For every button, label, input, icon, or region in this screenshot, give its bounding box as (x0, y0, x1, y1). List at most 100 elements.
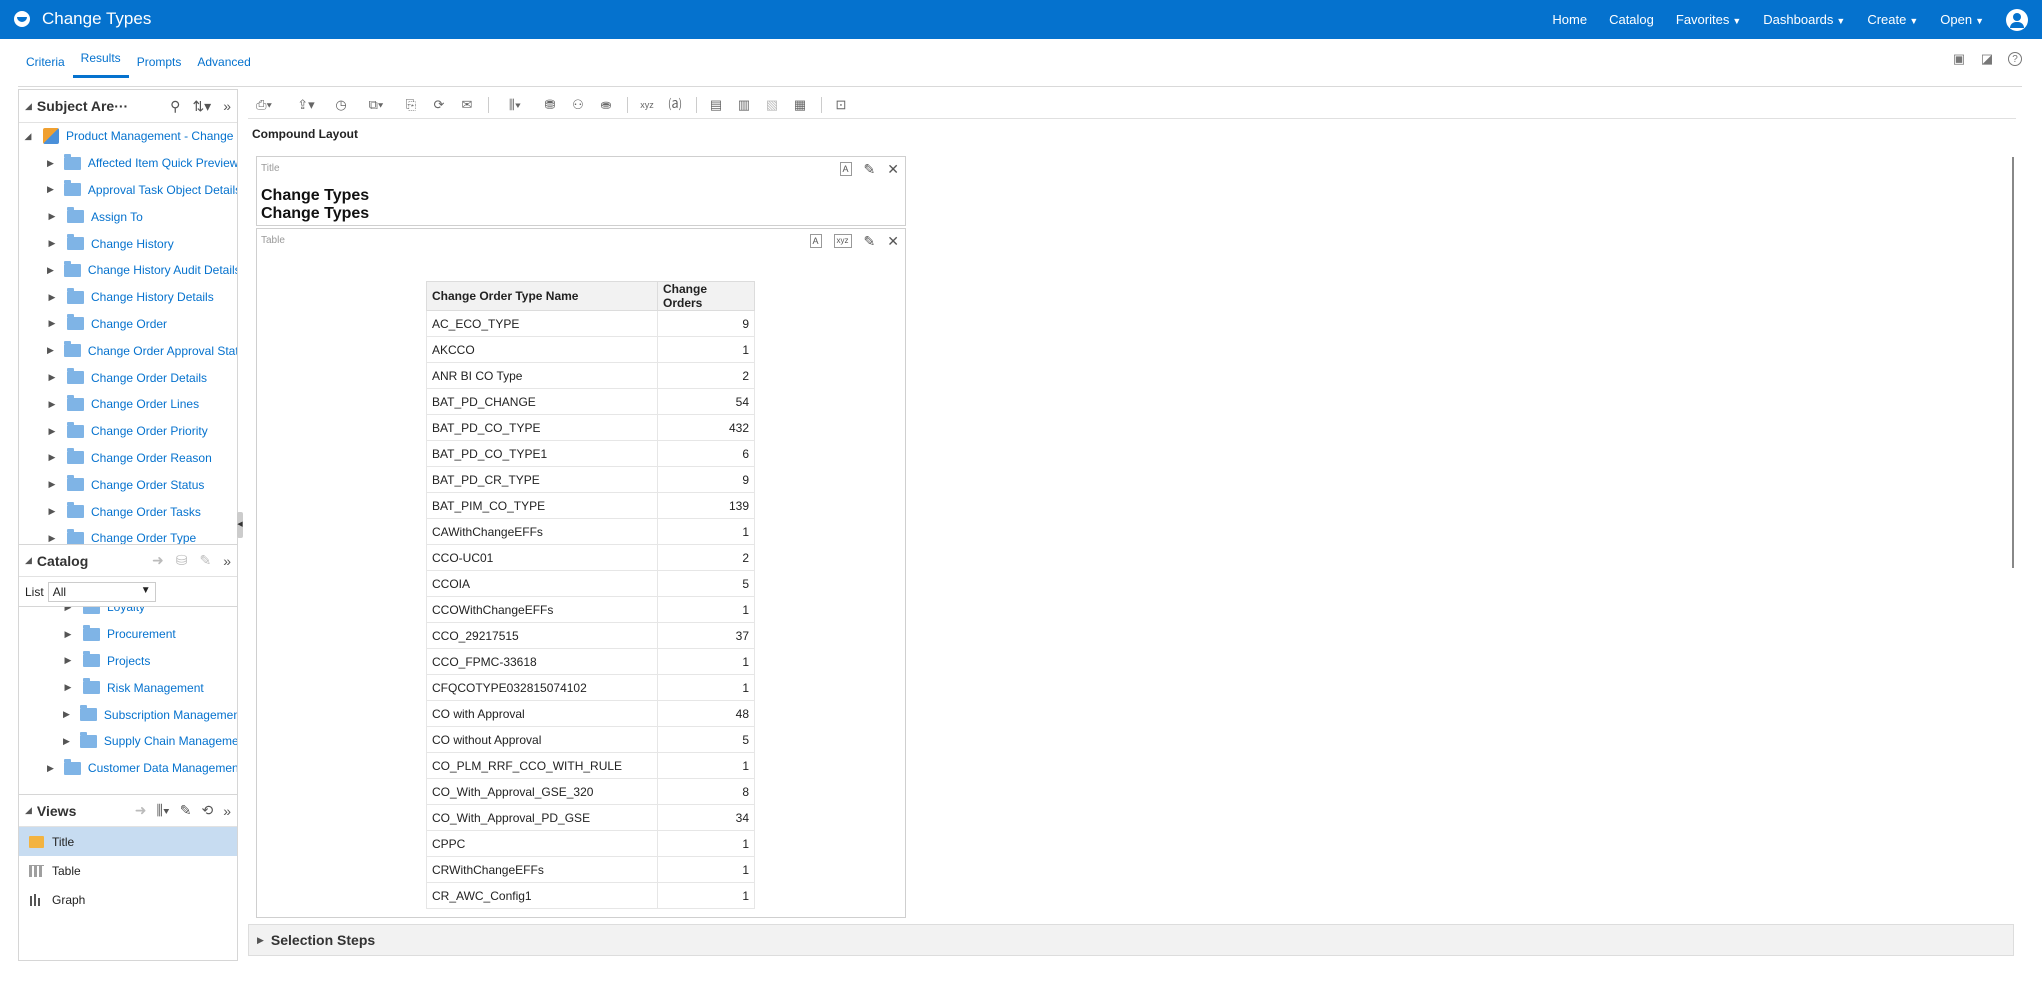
xyz-icon[interactable]: xyz (640, 98, 654, 112)
subject-area-folder[interactable]: ▶ Change History (19, 230, 237, 257)
folder-label[interactable]: Affected Item Quick Preview (88, 156, 237, 170)
expand-triangle-icon[interactable]: ▶ (47, 292, 57, 303)
catalog-folder[interactable]: ▶ Loyalty (19, 607, 237, 621)
nav-home[interactable]: Home (1552, 12, 1587, 27)
expand-pane-icon[interactable]: » (223, 98, 231, 114)
folder-label[interactable]: Change Order Type (91, 531, 196, 544)
subject-area-folder[interactable]: ▶ Change Order Status (19, 471, 237, 498)
arrow-right-icon[interactable]: ➜ (152, 552, 164, 569)
expand-triangle-icon[interactable]: ▶ (63, 607, 73, 613)
print-preview-icon[interactable]: ⎘ (404, 98, 418, 112)
subject-area-folder[interactable]: ▶ Affected Item Quick Preview (19, 150, 237, 177)
collapse-triangle-icon[interactable]: ◢ (25, 555, 32, 566)
catalog-folder[interactable]: ▶ Projects (19, 648, 237, 675)
view-item-title[interactable]: Title (19, 827, 237, 856)
print-options-icon[interactable]: ▦ (793, 98, 807, 112)
edit-icon[interactable]: ✎ (199, 552, 211, 569)
subject-area-folder[interactable]: ▶ Change History Audit Details (19, 257, 237, 284)
expand-triangle-icon[interactable]: ▶ (47, 211, 57, 222)
expand-pane-icon[interactable]: » (223, 803, 231, 819)
tree-root[interactable]: ◢ Product Management - Change (19, 123, 237, 150)
catalog-action-icon[interactable]: ⛁ (176, 552, 188, 569)
close-icon[interactable]: ✕ (887, 161, 899, 177)
expand-triangle-icon[interactable]: ▶ (47, 318, 57, 329)
subject-area-folder[interactable]: ▶ Change History Details (19, 284, 237, 311)
pencil-icon[interactable]: ✎ (864, 233, 876, 249)
expand-triangle-icon[interactable]: ▶ (63, 682, 73, 693)
folder-label[interactable]: Change Order Status (91, 478, 204, 492)
expand-triangle-icon[interactable]: ▶ (47, 399, 57, 410)
expand-pane-icon[interactable]: » (223, 553, 231, 569)
tree-root-label[interactable]: Product Management - Change (66, 129, 233, 143)
refresh-icon[interactable]: ⟳ (432, 98, 446, 112)
folder-label[interactable]: Procurement (107, 627, 176, 641)
group-icon[interactable]: ⚇ (571, 98, 585, 112)
nav-dashboards[interactable]: Dashboards ▼ (1763, 12, 1845, 27)
user-avatar-icon[interactable] (2006, 8, 2028, 31)
catalog-folder[interactable]: ▶ Subscription Management (19, 701, 237, 728)
folder-label[interactable]: Change Order Tasks (91, 505, 201, 519)
view-item-table[interactable]: Table (19, 856, 237, 885)
subject-area-folder[interactable]: ▶ Change Order Type (19, 525, 237, 544)
expand-triangle-icon[interactable]: ▶ (47, 238, 57, 249)
export-icon[interactable]: ⇪▾ (292, 98, 320, 112)
column-icon[interactable]: ▥ (737, 98, 751, 112)
expand-triangle-icon[interactable]: ▶ (47, 372, 57, 383)
expand-triangle-icon[interactable]: ▶ (47, 345, 54, 356)
sort-icon[interactable]: ⇅▾ (192, 98, 211, 115)
edit-analysis-icon[interactable]: ⊡ (834, 98, 848, 112)
catalog-folder[interactable]: ▶ Supply Chain Management (19, 728, 237, 755)
expand-triangle-icon[interactable]: ▶ (47, 158, 54, 169)
folder-label[interactable]: Change History Details (91, 290, 214, 304)
add-view-icon[interactable]: ➜ (135, 802, 147, 819)
help-icon[interactable]: ? (2008, 52, 2022, 66)
oracle-logo-icon[interactable] (14, 11, 30, 27)
subject-area-folder[interactable]: ▶ Approval Task Object Details (19, 177, 237, 204)
folder-label[interactable]: Approval Task Object Details (88, 183, 237, 197)
folder-label[interactable]: Change History Audit Details (88, 263, 237, 277)
catalog-folder[interactable]: ▶ Risk Management (19, 674, 237, 701)
column-header-change-orders[interactable]: Change Orders (657, 281, 755, 311)
email-icon[interactable]: ✉ (460, 98, 474, 112)
subject-area-folder[interactable]: ▶ Assign To (19, 203, 237, 230)
folder-label[interactable]: Change Order (91, 317, 167, 331)
catalog-list-select[interactable]: All ▼ (47, 581, 156, 602)
subject-area-folder[interactable]: ▶ Change Order Reason (19, 445, 237, 472)
format-container-icon[interactable]: A (809, 234, 822, 248)
new-view-icon[interactable]: ⫼▾ (501, 98, 529, 112)
expand-triangle-icon[interactable]: ▶ (47, 479, 57, 490)
selection-steps-bar[interactable]: ▶ Selection Steps (248, 924, 2014, 956)
title-view[interactable]: Title A ✎ ✕ Change Types Change Types (256, 156, 906, 226)
catalog-folder[interactable]: ▶ Procurement (19, 621, 237, 648)
pane-splitter[interactable]: ◀ (237, 512, 243, 538)
folder-label[interactable]: Change Order Details (91, 371, 207, 385)
save-icon[interactable]: ▣ (1952, 52, 1966, 66)
expand-triangle-icon[interactable]: ▶ (47, 763, 54, 774)
expand-triangle-icon[interactable]: ▶ (47, 265, 54, 276)
folder-label[interactable]: Change Order Reason (91, 451, 212, 465)
tab-prompts[interactable]: Prompts (129, 52, 190, 78)
expand-triangle-icon[interactable]: ▶ (47, 452, 57, 463)
expand-triangle-icon[interactable]: ▶ (63, 629, 73, 640)
text-icon[interactable]: ⒜ (668, 98, 682, 112)
folder-label[interactable]: Change Order Priority (91, 424, 208, 438)
schedule-icon[interactable]: ◷ (334, 98, 348, 112)
expand-triangle-icon[interactable]: ▶ (47, 533, 57, 544)
nav-favorites[interactable]: Favorites ▼ (1676, 12, 1741, 27)
expand-triangle-icon[interactable]: ▶ (47, 426, 57, 437)
copy-icon[interactable]: ⧉▾ (362, 98, 390, 112)
view-item-graph[interactable]: Graph (19, 885, 237, 914)
expand-triangle-icon[interactable]: ▶ (63, 709, 70, 720)
folder-label[interactable]: Subscription Management (104, 708, 237, 722)
pencil-icon[interactable]: ✎ (864, 161, 876, 177)
tab-advanced[interactable]: Advanced (189, 52, 258, 78)
subject-area-folder[interactable]: ▶ Change Order Approval Status (19, 337, 237, 364)
nav-open[interactable]: Open ▼ (1940, 12, 1984, 27)
nav-catalog[interactable]: Catalog (1609, 12, 1654, 27)
save-as-icon[interactable]: ◪ (1980, 52, 1994, 66)
new-view-icon[interactable]: ⫼▾ (156, 802, 169, 819)
folder-label[interactable]: Supply Chain Management (104, 734, 237, 748)
filter-icon[interactable]: ⛃ (543, 98, 557, 112)
expand-triangle-icon[interactable]: ▶ (47, 506, 57, 517)
edit-view-icon[interactable]: ✎ (180, 802, 192, 819)
